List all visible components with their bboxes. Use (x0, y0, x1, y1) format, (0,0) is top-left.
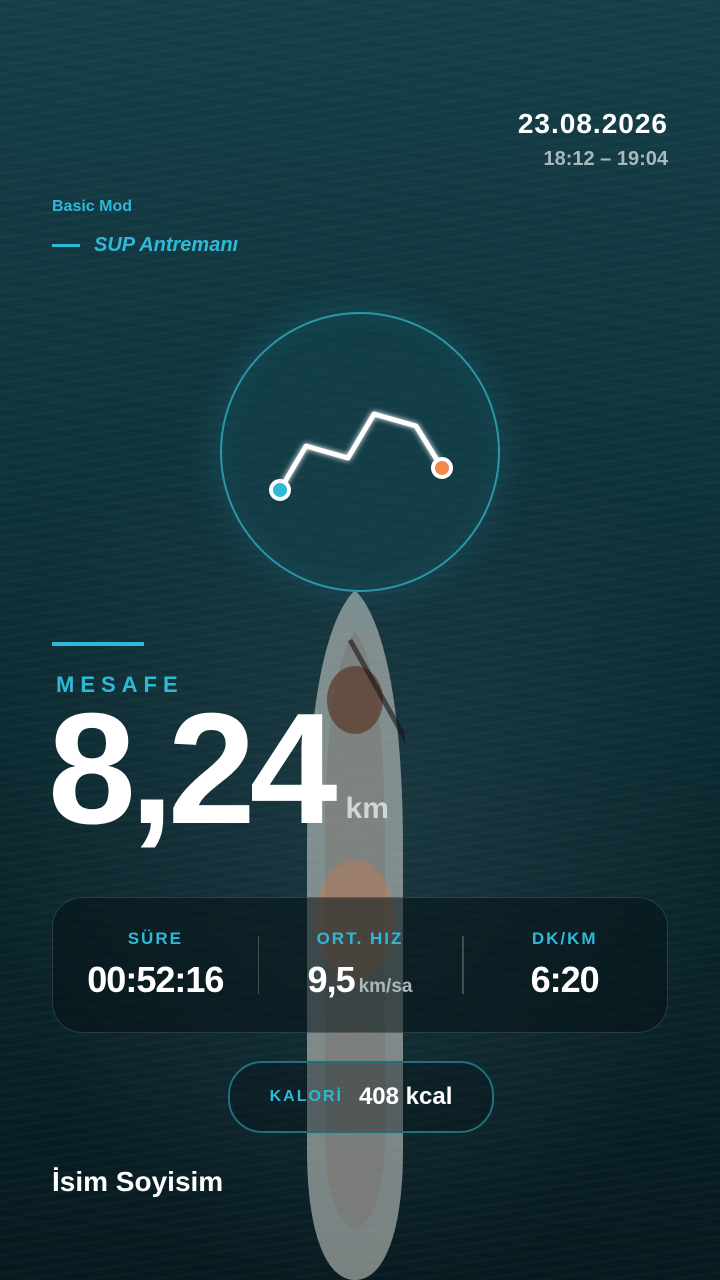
stat-avg-speed: ORT. HIZ 9,5 km/sa (257, 898, 463, 1032)
stat-value: 00:52:16 (87, 959, 224, 1001)
distance-value: 8,24 (48, 681, 338, 857)
stat-label: SÜRE (127, 929, 183, 948)
route-graphic (269, 411, 453, 501)
stat-value-number: 9,5 (307, 959, 356, 1000)
calories-badge: KALORİ 408 kcal (228, 1061, 494, 1133)
stats-card: SÜRE 00:52:16 ORT. HIZ 9,5 km/sa DK/KM 6:… (52, 897, 668, 1033)
route-map[interactable] (220, 312, 500, 592)
route-path (277, 411, 445, 493)
mode-label: Basic Mod (52, 198, 133, 215)
workout-time-range: 18:12 – 19:04 (543, 148, 668, 170)
distance-divider (52, 642, 144, 646)
distance-unit: km (345, 792, 389, 825)
distance-metric: 8,24 km (48, 690, 389, 848)
activity-label: SUP Antremanı (94, 234, 239, 256)
calories-value: 408 kcal (358, 1083, 453, 1110)
workout-date: 23.08.2026 (517, 108, 668, 139)
stat-value: 9,5 km/sa (308, 959, 413, 1001)
activity-dash (52, 244, 80, 247)
stat-value-number: 00:52:16 (87, 959, 224, 1000)
user-name: İsim Soyisim (52, 1166, 224, 1197)
stat-label: ORT. HIZ (316, 929, 404, 948)
route-start-marker (269, 479, 291, 501)
stat-pace: DK/KM 6:20 (462, 898, 667, 1032)
stat-unit: km/sa (358, 976, 413, 997)
stat-value: 6:20 (530, 959, 600, 1001)
stat-value-number: 6:20 (530, 959, 600, 1000)
stat-label: DK/KM (531, 929, 598, 948)
route-end-marker (431, 457, 453, 479)
calories-label: KALORİ (269, 1088, 343, 1105)
activity-title: SUP Antremanı (52, 234, 238, 257)
stat-duration: SÜRE 00:52:16 (53, 898, 258, 1032)
date-block: 23.08.2026 18:12 – 19:04 (518, 108, 668, 171)
